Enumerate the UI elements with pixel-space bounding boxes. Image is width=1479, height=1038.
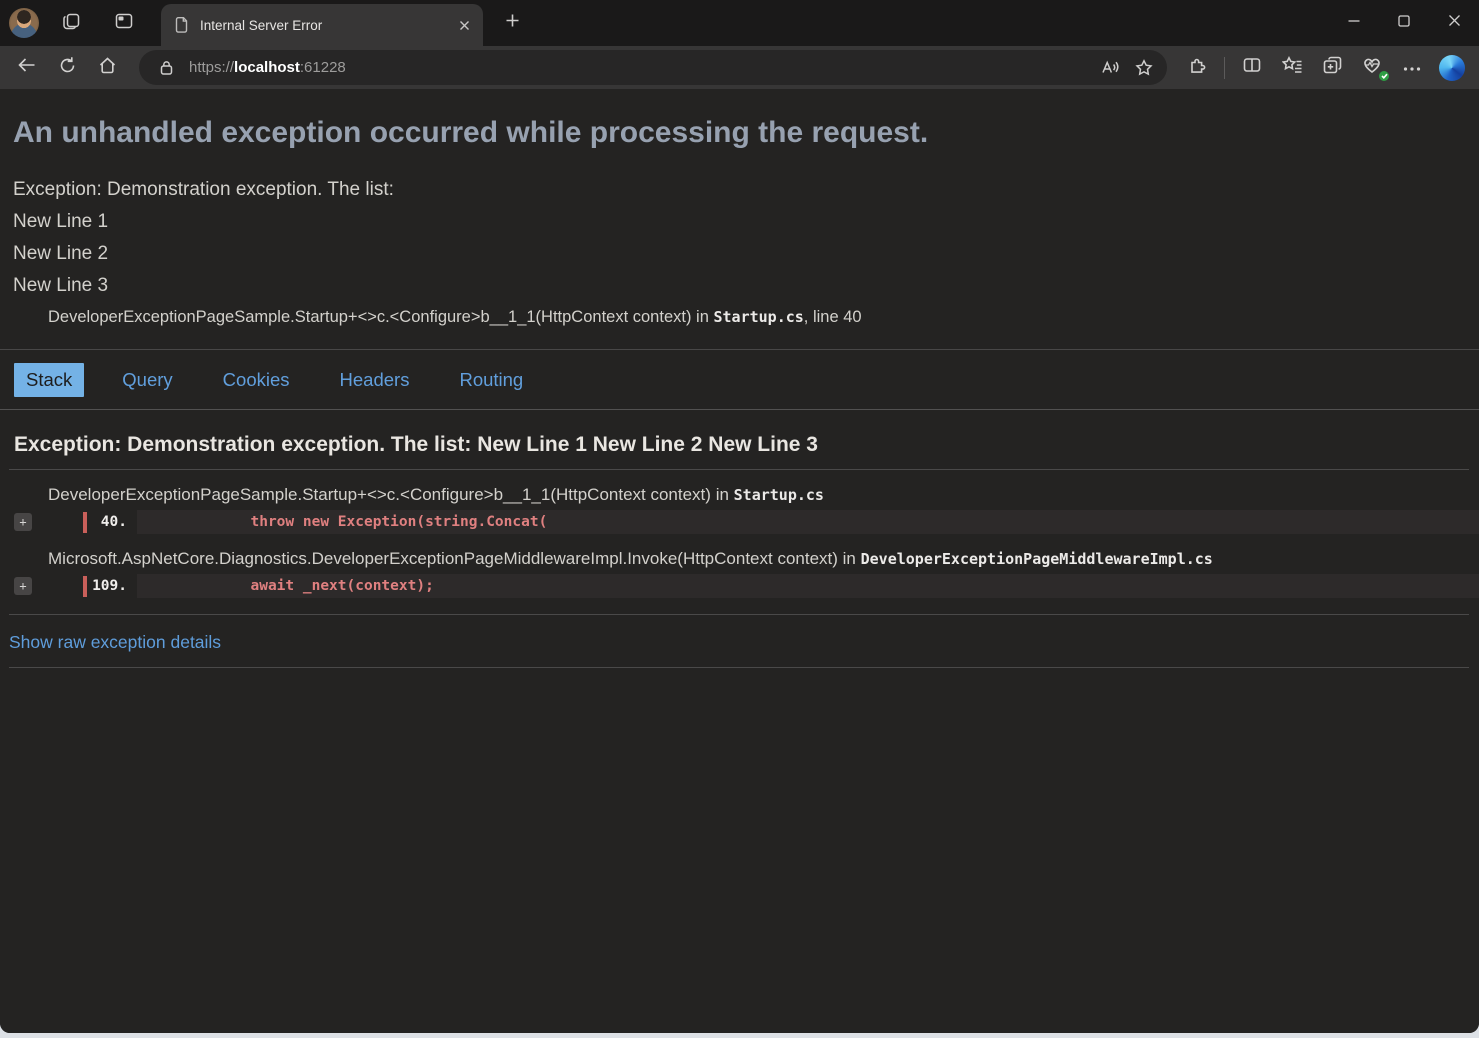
tab-routing[interactable]: Routing: [447, 363, 535, 397]
home-button[interactable]: [87, 51, 127, 85]
browser-essentials-button[interactable]: [1352, 51, 1392, 85]
back-arrow-icon: [17, 56, 37, 79]
browser-navbar: https://localhost:61228: [0, 46, 1479, 89]
frame-file: DeveloperExceptionPageMiddlewareImpl.cs: [861, 550, 1213, 568]
more-dots-icon: [1403, 59, 1421, 77]
divider: [9, 614, 1469, 615]
essentials-status-badge: [1379, 71, 1389, 81]
navbar-divider: [1224, 57, 1225, 79]
divider: [9, 667, 1469, 668]
frame-method-text: Microsoft.AspNetCore.Diagnostics.Develop…: [48, 549, 838, 568]
browser-titlebar: Internal Server Error: [0, 0, 1479, 46]
url-host: localhost: [234, 59, 300, 76]
close-icon: [1448, 14, 1461, 32]
stack-preview-file: Startup.cs: [713, 308, 803, 326]
extensions-button[interactable]: [1177, 51, 1217, 85]
stack-preview-in: in: [696, 308, 709, 326]
back-button[interactable]: [7, 51, 47, 85]
stack-frame-code-row: + 109. await _next(context);: [0, 574, 1479, 598]
frame-in-word: in: [843, 549, 856, 568]
profile-avatar[interactable]: [9, 8, 39, 38]
browser-tab-internal-server-error[interactable]: Internal Server Error: [161, 4, 483, 46]
exception-intro: Exception: Demonstration exception. The …: [13, 174, 1466, 206]
error-tabs-row: Stack Query Cookies Headers Routing: [0, 349, 1479, 410]
url-scheme: https://: [189, 59, 234, 76]
url-text[interactable]: https://localhost:61228: [189, 59, 1091, 76]
favorites-button[interactable]: [1272, 51, 1312, 85]
frame-file: Startup.cs: [734, 486, 824, 504]
copilot-icon: [1439, 55, 1465, 81]
exception-line-1: New Line 1: [13, 206, 1466, 238]
window-minimize-button[interactable]: [1329, 0, 1379, 46]
stack-frame-code-row: + 40. throw new Exception(string.Concat(: [0, 510, 1479, 534]
page-favicon-icon: [173, 16, 190, 34]
workspaces-button[interactable]: [56, 7, 88, 39]
code-line-number: 109.: [87, 578, 127, 594]
stack-frame-method: DeveloperExceptionPageSample.Startup+<>c…: [48, 485, 1466, 505]
new-tab-button[interactable]: [497, 8, 527, 38]
exception-section-heading: Exception: Demonstration exception. The …: [14, 433, 1466, 457]
expand-context-button[interactable]: +: [14, 577, 32, 595]
window-maximize-button[interactable]: [1379, 0, 1429, 46]
refresh-button[interactable]: [47, 51, 87, 85]
favorite-star-button[interactable]: [1129, 54, 1159, 82]
plus-icon: [505, 13, 520, 33]
copilot-button[interactable]: [1432, 51, 1472, 85]
code-line-source: throw new Exception(string.Concat(: [137, 510, 1479, 534]
stack-frame-method: Microsoft.AspNetCore.Diagnostics.Develop…: [48, 549, 1466, 569]
collections-button[interactable]: [1312, 51, 1352, 85]
home-icon: [98, 56, 117, 80]
tab-title: Internal Server Error: [200, 18, 453, 33]
divider: [9, 469, 1469, 470]
workspaces-icon: [61, 10, 83, 37]
exception-line-3: New Line 3: [13, 270, 1466, 302]
read-aloud-button[interactable]: [1095, 54, 1125, 82]
code-line-source: await _next(context);: [137, 574, 1479, 598]
settings-more-button[interactable]: [1392, 51, 1432, 85]
url-port: :61228: [300, 59, 346, 76]
tab-stack[interactable]: Stack: [14, 363, 84, 397]
minimize-icon: [1347, 14, 1361, 33]
tab-actions-icon: [113, 10, 135, 37]
page-title: An unhandled exception occurred while pr…: [13, 115, 1465, 151]
collections-icon: [1322, 55, 1343, 80]
frame-method-text: DeveloperExceptionPageSample.Startup+<>c…: [48, 485, 711, 504]
stack-preview-method: DeveloperExceptionPageSample.Startup+<>c…: [48, 308, 691, 326]
tab-query[interactable]: Query: [110, 363, 184, 397]
favorites-star-list-icon: [1282, 56, 1303, 79]
browser-window: Internal Server Error: [0, 0, 1479, 1033]
tab-cookies[interactable]: Cookies: [211, 363, 302, 397]
exception-message: Exception: Demonstration exception. The …: [13, 174, 1466, 302]
refresh-icon: [58, 56, 77, 80]
expand-context-button[interactable]: +: [14, 513, 32, 531]
extensions-puzzle-icon: [1187, 55, 1207, 80]
split-screen-button[interactable]: [1232, 51, 1272, 85]
code-line-number: 40.: [87, 514, 127, 530]
window-close-button[interactable]: [1429, 0, 1479, 46]
show-raw-exception-details-link[interactable]: Show raw exception details: [9, 632, 221, 653]
split-screen-icon: [1242, 56, 1262, 79]
tab-close-button[interactable]: [453, 14, 475, 36]
error-page-content: An unhandled exception occurred while pr…: [0, 89, 1479, 1033]
tab-headers[interactable]: Headers: [328, 363, 422, 397]
stack-preview-suffix: , line 40: [804, 308, 862, 326]
stack-preview-line: DeveloperExceptionPageSample.Startup+<>c…: [48, 308, 1466, 327]
tab-actions-button[interactable]: [108, 7, 140, 39]
maximize-icon: [1397, 14, 1411, 33]
address-bar[interactable]: https://localhost:61228: [139, 50, 1167, 85]
exception-line-2: New Line 2: [13, 238, 1466, 270]
site-info-lock-icon[interactable]: [152, 54, 180, 82]
frame-in-word: in: [716, 485, 729, 504]
